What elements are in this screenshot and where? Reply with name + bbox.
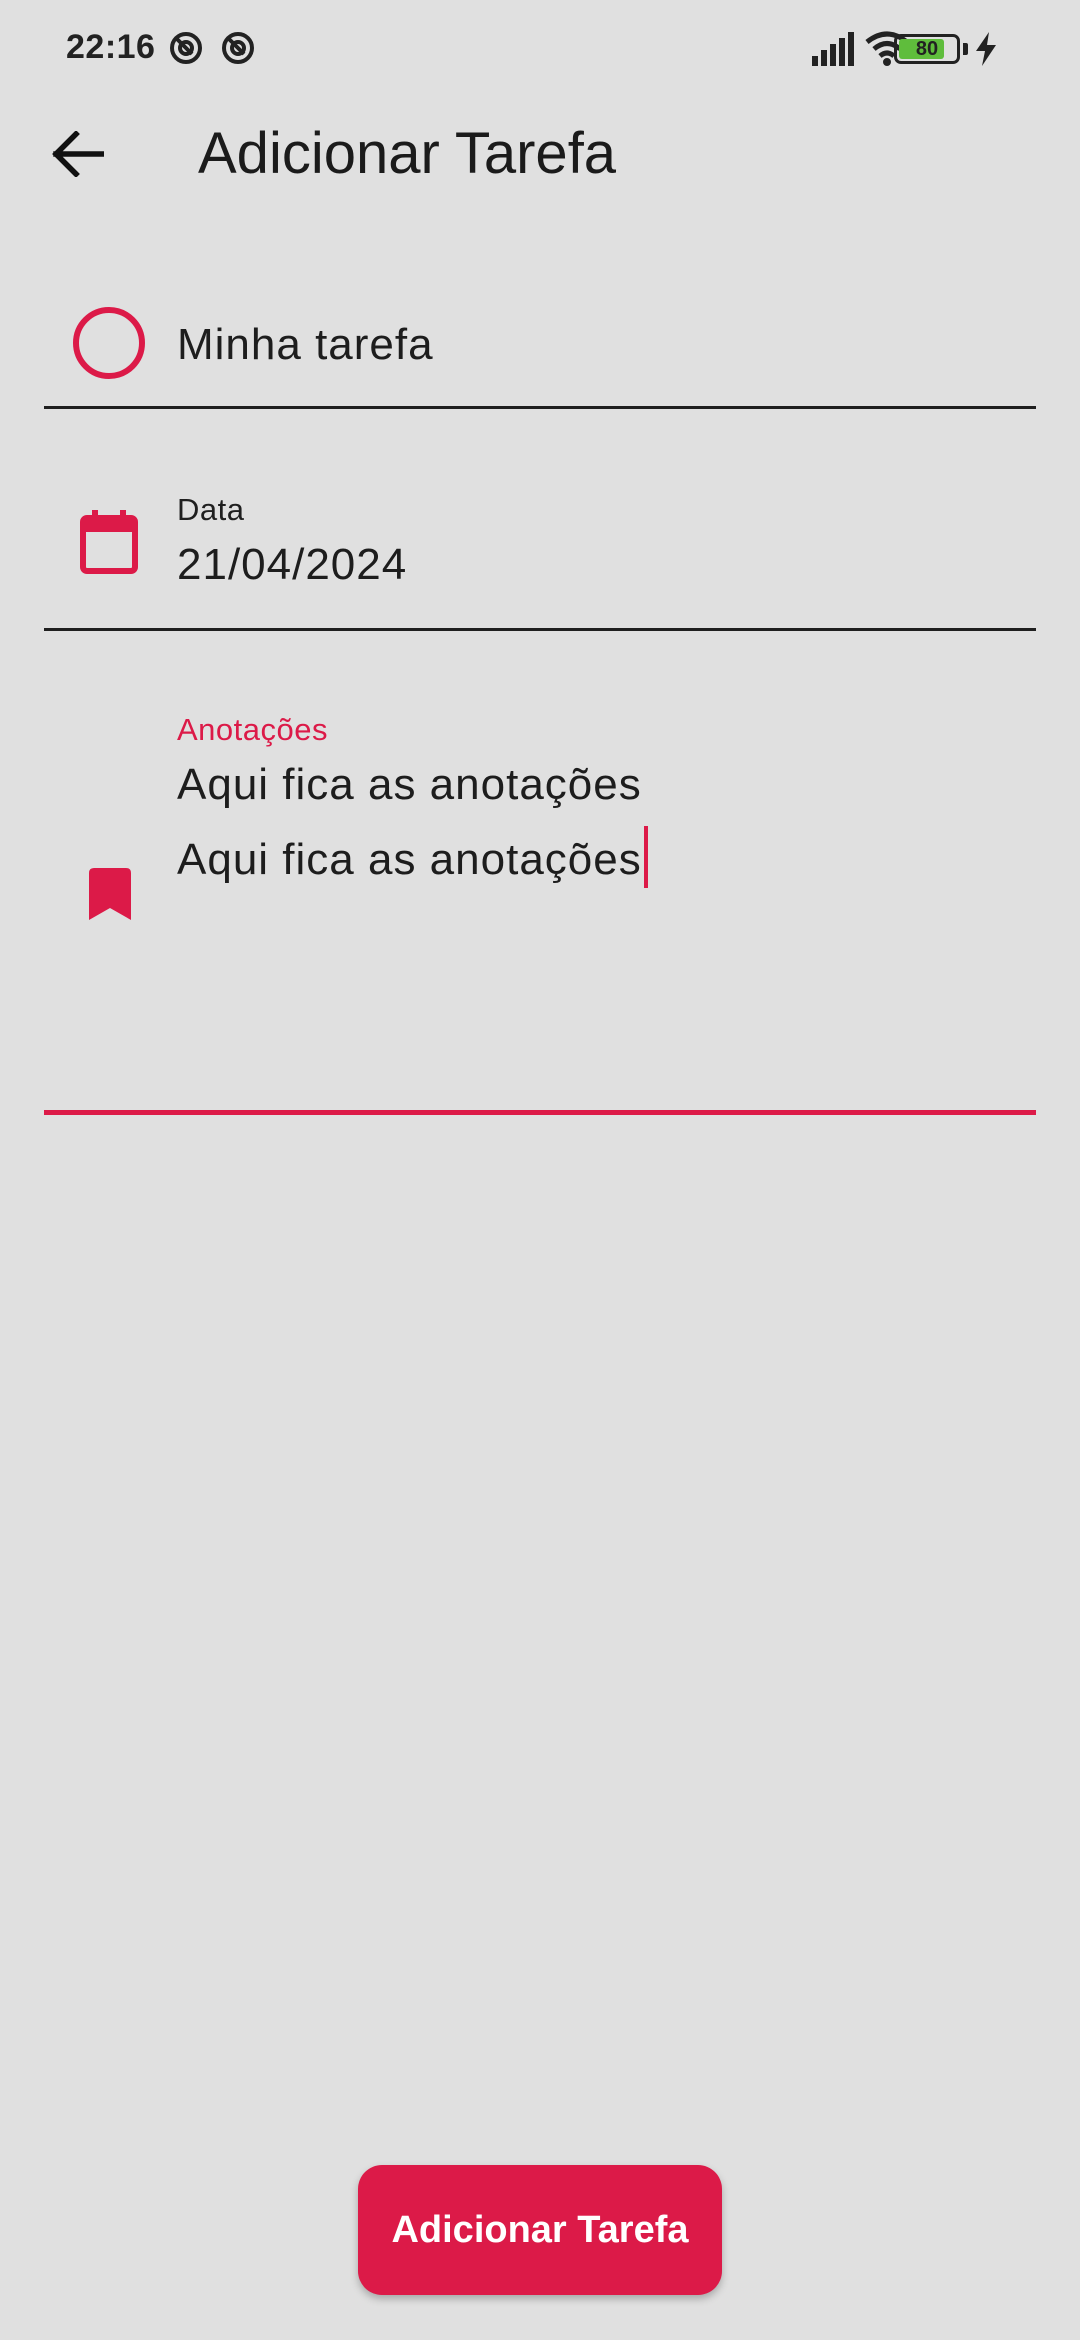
field-underline-active bbox=[44, 1110, 1036, 1115]
date-field[interactable]: Data 21/04/2024 bbox=[44, 470, 1036, 632]
date-value[interactable]: 21/04/2024 bbox=[177, 540, 407, 590]
add-task-button[interactable]: Adicionar Tarefa bbox=[358, 2165, 722, 2295]
field-underline bbox=[44, 628, 1036, 631]
date-label: Data bbox=[177, 492, 245, 527]
battery-nub bbox=[963, 43, 968, 55]
notes-field[interactable]: Anotações Aqui fica as anotações Aqui fi… bbox=[44, 700, 1036, 1120]
status-time: 22:16 bbox=[66, 28, 156, 66]
notes-line-2-text[interactable]: Aqui fica as anotações bbox=[177, 835, 642, 884]
page-title: Adicionar Tarefa bbox=[198, 121, 617, 186]
notification-app-icon bbox=[222, 32, 254, 64]
task-name-field[interactable]: Minha tarefa bbox=[44, 290, 1036, 412]
arrow-left-icon bbox=[52, 131, 104, 177]
signal-icon bbox=[812, 32, 854, 66]
calendar-icon bbox=[80, 510, 138, 574]
screen: 22:16 80 Adicionar Tarefa Minha tarefa D… bbox=[0, 0, 1080, 2340]
notes-label: Anotações bbox=[177, 712, 328, 747]
notes-line-2[interactable]: Aqui fica as anotações bbox=[177, 826, 648, 888]
charging-bolt-icon bbox=[976, 32, 996, 66]
text-cursor bbox=[643, 826, 648, 888]
field-underline bbox=[44, 406, 1036, 409]
bookmark-icon bbox=[89, 868, 131, 920]
battery-icon: 80 bbox=[894, 34, 960, 64]
status-bar: 22:16 80 bbox=[0, 0, 1080, 100]
task-name-value[interactable]: Minha tarefa bbox=[177, 320, 434, 370]
notification-app-icon bbox=[170, 32, 202, 64]
circle-outline-icon[interactable] bbox=[72, 306, 146, 380]
notes-line-1[interactable]: Aqui fica as anotações bbox=[177, 760, 642, 810]
back-button[interactable] bbox=[40, 116, 116, 192]
battery-level: 80 bbox=[915, 38, 939, 60]
